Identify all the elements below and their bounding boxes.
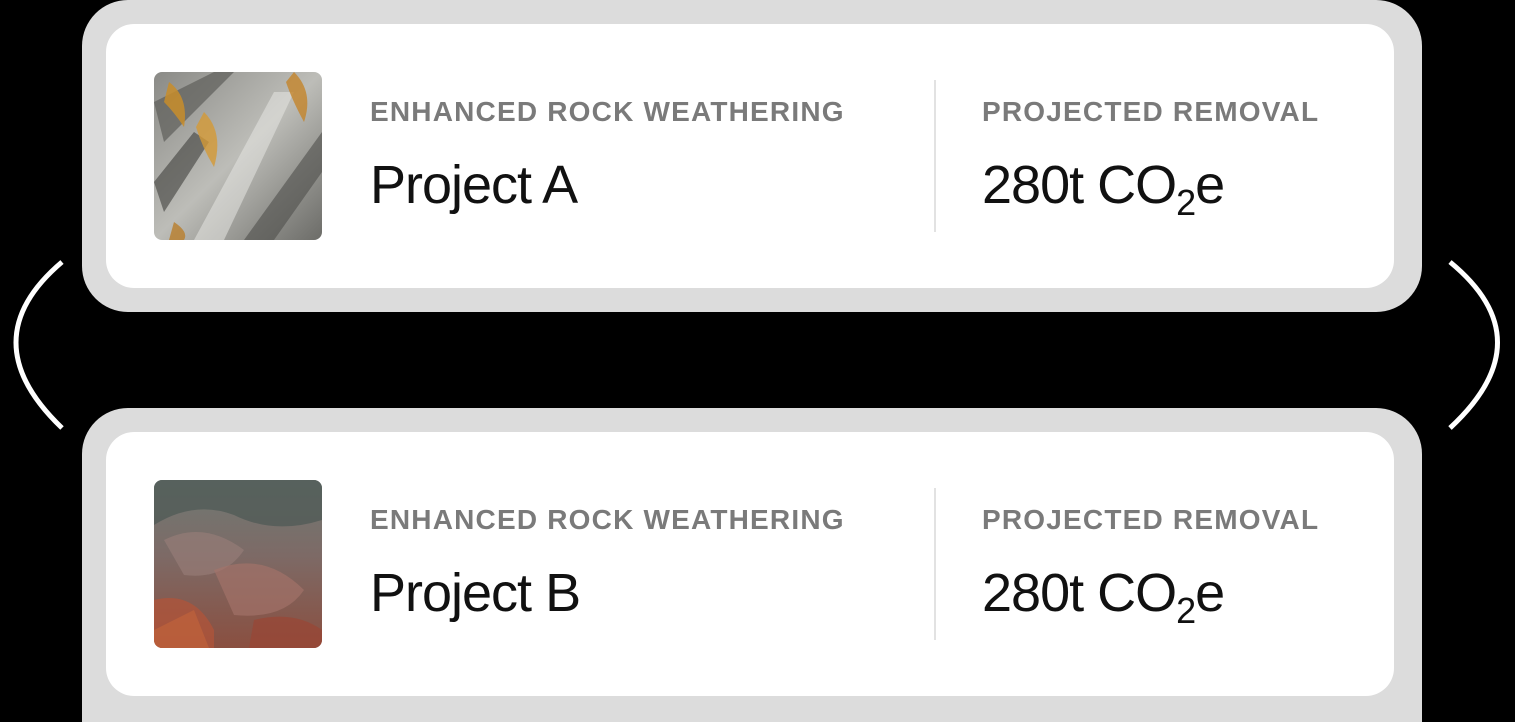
project-card-frame-a: ENHANCED ROCK WEATHERING Project A PROJE… xyxy=(82,0,1422,312)
project-a-category: ENHANCED ROCK WEATHERING xyxy=(370,96,845,127)
project-a-removal-subscript: 2 xyxy=(1176,182,1196,223)
project-b-removal-label: PROJECTED REMOVAL xyxy=(982,504,1320,535)
project-b-removal-amount: 280t CO xyxy=(982,563,1177,623)
project-a-thumbnail xyxy=(154,72,322,240)
project-a-removal-suffix: e xyxy=(1195,155,1225,215)
project-a-divider xyxy=(934,80,936,232)
project-b-removal-value: 280t CO2e xyxy=(982,562,1225,629)
project-card-frame-b: ENHANCED ROCK WEATHERING Project B PROJE… xyxy=(82,408,1422,722)
project-card-a[interactable]: ENHANCED ROCK WEATHERING Project A PROJE… xyxy=(106,24,1394,288)
project-a-name: Project A xyxy=(370,155,578,215)
project-a-removal-value: 280t CO2e xyxy=(982,154,1225,221)
project-b-divider xyxy=(934,488,936,640)
project-b-category: ENHANCED ROCK WEATHERING xyxy=(370,504,845,535)
project-b-removal-suffix: e xyxy=(1195,563,1225,623)
project-card-b[interactable]: ENHANCED ROCK WEATHERING Project B PROJE… xyxy=(106,432,1394,696)
project-b-removal-subscript: 2 xyxy=(1176,590,1196,631)
left-connector-arc xyxy=(13,260,64,430)
project-a-removal-amount: 280t CO xyxy=(982,155,1177,215)
project-b-thumbnail xyxy=(154,480,322,648)
project-b-name: Project B xyxy=(370,563,581,623)
project-a-removal-label: PROJECTED REMOVAL xyxy=(982,96,1320,127)
right-connector-arc xyxy=(1448,260,1500,430)
